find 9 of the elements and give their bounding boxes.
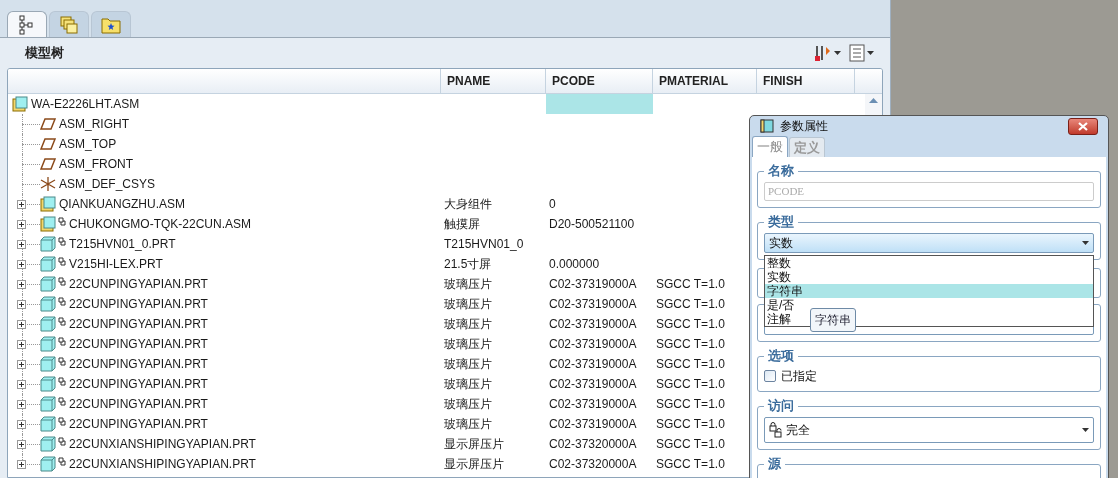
group-label: 名称 [764, 163, 798, 179]
dialog-title: 参数属性 [780, 118, 828, 135]
group-label: 选项 [764, 348, 798, 364]
tooltip: 字符串 [810, 308, 856, 332]
group-label: 类型 [764, 214, 798, 230]
panel-title: 模型树 [25, 44, 64, 63]
group-label: 源 [764, 456, 785, 472]
group-label: 访问 [764, 398, 798, 414]
checkbox-label: 已指定 [781, 368, 817, 385]
